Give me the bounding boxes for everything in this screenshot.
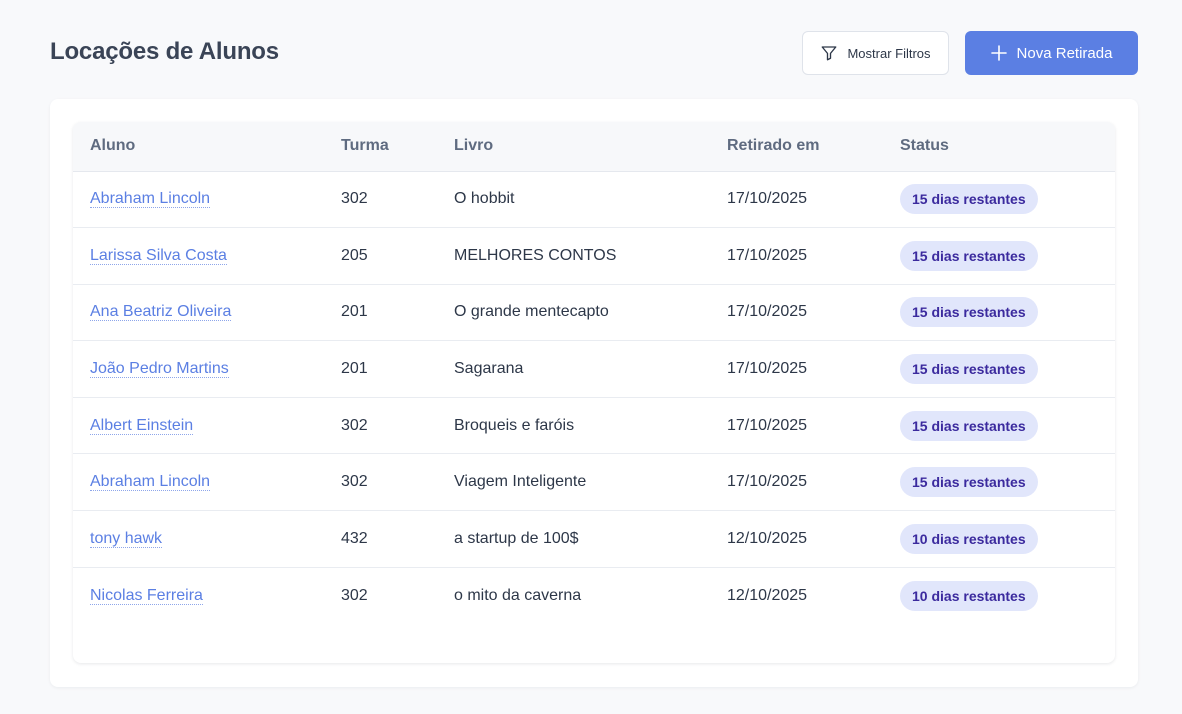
cell-turma: 205 [324,227,437,285]
cell-turma: 302 [324,397,437,455]
cell-status: 10 dias restantes [883,510,1115,568]
table-row: Abraham Lincoln 302 O hobbit 17/10/2025 … [73,171,1115,229]
cell-livro: o mito da caverna [454,586,582,604]
status-badge: 10 dias restantes [900,580,1038,611]
student-link[interactable]: Larissa Silva Costa [90,246,227,265]
student-link[interactable]: Ana Beatriz Oliveira [90,303,232,322]
new-withdrawal-button[interactable]: Nova Retirada [965,31,1138,75]
cell-turma: 302 [341,586,368,604]
cell-retirado-em: 17/10/2025 [710,227,883,285]
cell-status: 15 dias restantes [883,171,1115,229]
page-title: Locações de Alunos [50,38,279,65]
cell-turma: 201 [324,284,437,342]
table-row: Abraham Lincoln 302 Viagem Inteligente 1… [73,453,1115,512]
cell-aluno: João Pedro Martins [73,340,324,398]
student-link[interactable]: João Pedro Martins [90,360,229,379]
cell-retirado-em: 17/10/2025 [710,171,883,229]
student-link[interactable]: Abraham Lincoln [90,473,211,492]
cell-retirado-em: 17/10/2025 [710,340,883,398]
column-header-turma: Turma [324,122,437,172]
cell-aluno: tony hawk [73,510,324,568]
cell-retirado-em: 12/10/2025 [727,586,808,604]
show-filters-button[interactable]: Mostrar Filtros [802,31,949,75]
column-header-aluno: Aluno [73,122,324,172]
plus-icon [990,45,1007,61]
cell-status: 10 dias restantes [883,567,1115,624]
cell-livro: MELHORES CONTOS [437,227,710,285]
cell-turma: 302 [324,171,437,229]
student-link[interactable]: Nicolas Ferreira [90,586,203,605]
cell-aluno: Ana Beatriz Oliveira [73,284,324,342]
status-badge: 15 dias restantes [900,467,1038,498]
cell-retirado-em: 12/10/2025 [710,510,883,568]
column-header-retirado-em: Retirado em [710,122,883,172]
cell-livro: Viagem Inteligente [437,453,710,512]
cell-status: 15 dias restantes [883,340,1115,398]
filter-icon [822,46,837,61]
cell-aluno: Abraham Lincoln [73,171,324,229]
cell-livro: Sagarana [437,340,710,398]
column-header-livro: Livro [437,122,710,172]
cell-retirado-em: 17/10/2025 [710,284,883,342]
cell-aluno: Nicolas Ferreira [73,567,324,624]
rentals-table-container: Aluno Turma Livro Retirado em Status Abr… [73,122,1115,663]
cell-aluno: Abraham Lincoln [73,453,324,512]
table-row: tony hawk 432 a startup de 100$ 12/10/20… [73,510,1115,568]
status-badge: 15 dias restantes [900,354,1038,385]
cell-livro: Broqueis e faróis [437,397,710,455]
cell-status: 15 dias restantes [883,453,1115,512]
cell-retirado-em: 17/10/2025 [710,453,883,512]
rentals-card: Aluno Turma Livro Retirado em Status Abr… [50,99,1138,687]
cell-status: 15 dias restantes [883,227,1115,285]
status-badge: 15 dias restantes [900,240,1038,271]
cell-status: 15 dias restantes [883,284,1115,342]
student-link[interactable]: tony hawk [90,529,163,548]
status-badge: 15 dias restantes [900,184,1038,215]
table-row: Nicolas Ferreira 302 o mito da caverna 1… [73,567,1115,624]
table-row: João Pedro Martins 201 Sagarana 17/10/20… [73,340,1115,398]
cell-turma: 302 [324,453,437,512]
cell-status: 15 dias restantes [883,397,1115,455]
show-filters-label: Mostrar Filtros [847,45,931,61]
cell-livro: a startup de 100$ [437,510,710,568]
cell-livro: O grande mentecapto [437,284,710,342]
cell-turma: 432 [324,510,437,568]
rentals-table: Aluno Turma Livro Retirado em Status Abr… [73,122,1115,624]
table-row: Ana Beatriz Oliveira 201 O grande mentec… [73,284,1115,342]
status-badge: 15 dias restantes [900,410,1038,441]
cell-turma: 201 [324,340,437,398]
table-row: Albert Einstein 302 Broqueis e faróis 17… [73,397,1115,455]
table-header-row: Aluno Turma Livro Retirado em Status [73,122,1115,172]
cell-aluno: Larissa Silva Costa [73,227,324,285]
cell-retirado-em: 17/10/2025 [710,397,883,455]
cell-livro: O hobbit [437,171,710,229]
column-header-status: Status [883,122,1115,172]
cell-aluno: Albert Einstein [73,397,324,455]
new-withdrawal-label: Nova Retirada [1016,44,1113,62]
student-link[interactable]: Albert Einstein [90,416,194,435]
status-badge: 10 dias restantes [900,523,1038,554]
table-row: Larissa Silva Costa 205 MELHORES CONTOS … [73,227,1115,285]
status-badge: 15 dias restantes [900,297,1038,328]
student-link[interactable]: Abraham Lincoln [90,190,211,209]
